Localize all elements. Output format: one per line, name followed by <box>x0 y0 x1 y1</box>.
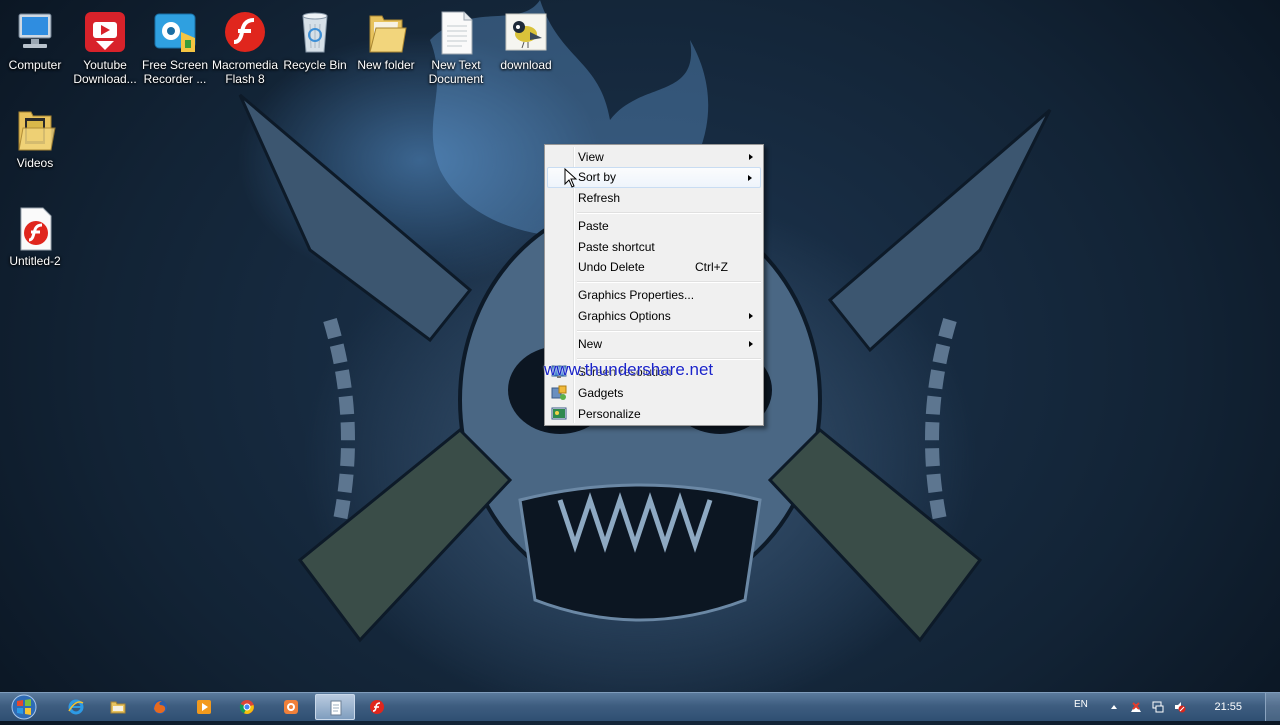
menu-item-paste-shortcut[interactable]: Paste shortcut <box>547 237 761 257</box>
menu-separator <box>577 281 761 283</box>
menu-item-sort-by[interactable]: Sort by <box>547 167 761 188</box>
desktop-icon-label: download <box>500 58 552 72</box>
text-document-icon <box>432 8 480 56</box>
flash-document-icon <box>11 204 59 252</box>
folder-icon <box>362 8 410 56</box>
taskbar-file-explorer[interactable] <box>98 694 138 720</box>
mouse-cursor-icon <box>564 168 578 188</box>
desktop-icon-new-folder[interactable]: New folder <box>351 8 421 72</box>
network-icon[interactable] <box>1152 701 1164 713</box>
submenu-arrow-icon <box>749 341 753 347</box>
menu-item-view[interactable]: View <box>547 147 761 167</box>
menu-separator <box>577 212 761 214</box>
show-desktop-button[interactable] <box>1265 693 1280 721</box>
language-indicator[interactable]: EN <box>1074 699 1088 710</box>
system-tray: EN 21:55 <box>1060 693 1280 721</box>
menu-item-label: Gadgets <box>578 386 624 400</box>
menu-item-label: Graphics Options <box>578 309 671 323</box>
taskbar: EN 21:55 <box>0 692 1280 721</box>
desktop-icon-label: Untitled-2 <box>9 254 61 268</box>
menu-item-label: Personalize <box>578 407 641 421</box>
desktop-icon-youtube-downloader[interactable]: Youtube Download... <box>70 8 140 86</box>
personalize-icon <box>551 406 567 422</box>
taskbar-notepad[interactable] <box>315 694 355 720</box>
taskbar-firefox[interactable] <box>140 694 180 720</box>
volume-muted-icon[interactable] <box>1174 701 1186 713</box>
taskbar-chrome[interactable] <box>227 694 267 720</box>
chrome-icon <box>239 700 254 714</box>
menu-item-label: Paste shortcut <box>578 240 655 254</box>
screen-recorder-icon <box>151 8 199 56</box>
desktop-icon-download[interactable]: download <box>491 8 561 72</box>
desktop-icon-macromedia-flash[interactable]: Macromedia Flash 8 <box>210 8 280 86</box>
submenu-arrow-icon <box>749 154 753 160</box>
show-hidden-icons-icon[interactable] <box>1108 701 1120 713</box>
submenu-arrow-icon <box>749 313 753 319</box>
menu-item-label: Paste <box>578 219 609 233</box>
watermark-text: www.thundershare.net <box>544 360 714 379</box>
app-icon <box>284 700 298 714</box>
desktop-icon-label: Macromedia Flash 8 <box>211 58 279 86</box>
menu-item-personalize[interactable]: Personalize <box>547 404 761 424</box>
desktop-icon-computer[interactable]: Computer <box>0 8 70 72</box>
menu-item-refresh[interactable]: Refresh <box>547 188 761 208</box>
menu-item-gadgets[interactable]: Gadgets <box>547 383 761 403</box>
action-center-icon[interactable] <box>1130 701 1142 713</box>
desktop-icon-label: New folder <box>357 58 415 72</box>
desktop-icon-label: Videos <box>16 156 54 170</box>
menu-item-label: New <box>578 337 603 351</box>
internet-explorer-icon <box>68 699 84 715</box>
firefox-icon <box>153 700 167 714</box>
taskbar-internet-explorer[interactable] <box>56 694 96 720</box>
windows-logo-icon <box>11 694 37 720</box>
menu-item-graphics-options[interactable]: Graphics Options <box>547 306 761 326</box>
desktop-icon-label: New Text Document <box>428 58 484 86</box>
menu-item-paste[interactable]: Paste <box>547 216 761 236</box>
clock[interactable]: 21:55 <box>1214 701 1242 713</box>
desktop-icon-label: Youtube Download... <box>73 58 137 86</box>
desktop-icon-label: Recycle Bin <box>283 58 347 72</box>
desktop-icon-videos[interactable]: Videos <box>0 106 70 170</box>
recycle-bin-icon <box>291 8 339 56</box>
desktop-icon-label: Free Screen Recorder ... <box>141 58 209 86</box>
folder-icon <box>11 106 59 154</box>
submenu-arrow-icon <box>748 175 752 181</box>
bird-image-icon <box>502 8 550 56</box>
youtube-downloader-icon <box>81 8 129 56</box>
menu-separator <box>577 330 761 332</box>
gadgets-icon <box>551 385 567 401</box>
menu-item-label: View <box>578 150 604 164</box>
desktop-icon-new-text-document[interactable]: New Text Document <box>421 8 491 86</box>
start-button[interactable] <box>4 693 44 721</box>
menu-item-shortcut: Ctrl+Z <box>695 260 728 274</box>
taskbar-flash-player[interactable] <box>357 694 397 720</box>
menu-item-label: Undo Delete <box>578 260 645 274</box>
desktop-icon-recycle-bin[interactable]: Recycle Bin <box>280 8 350 72</box>
taskbar-app[interactable] <box>271 694 311 720</box>
flash-icon <box>221 8 269 56</box>
menu-item-label: Sort by <box>578 170 617 184</box>
menu-item-graphics-properties[interactable]: Graphics Properties... <box>547 285 761 305</box>
taskbar-media-player[interactable] <box>184 694 224 720</box>
menu-item-label: Refresh <box>578 191 621 205</box>
menu-item-label: Graphics Properties... <box>578 288 695 302</box>
notepad-icon <box>330 700 342 716</box>
desktop-icon-label: Computer <box>8 58 62 72</box>
menu-item-new[interactable]: New <box>547 334 761 354</box>
flash-player-icon <box>370 700 384 714</box>
menu-item-undo-delete[interactable]: Undo Delete Ctrl+Z <box>547 257 761 277</box>
file-explorer-icon <box>110 701 126 714</box>
desktop-icon-untitled-2[interactable]: Untitled-2 <box>0 204 70 268</box>
computer-icon <box>11 8 59 56</box>
desktop-icon-screen-recorder[interactable]: Free Screen Recorder ... <box>140 8 210 86</box>
media-player-icon <box>197 700 211 714</box>
